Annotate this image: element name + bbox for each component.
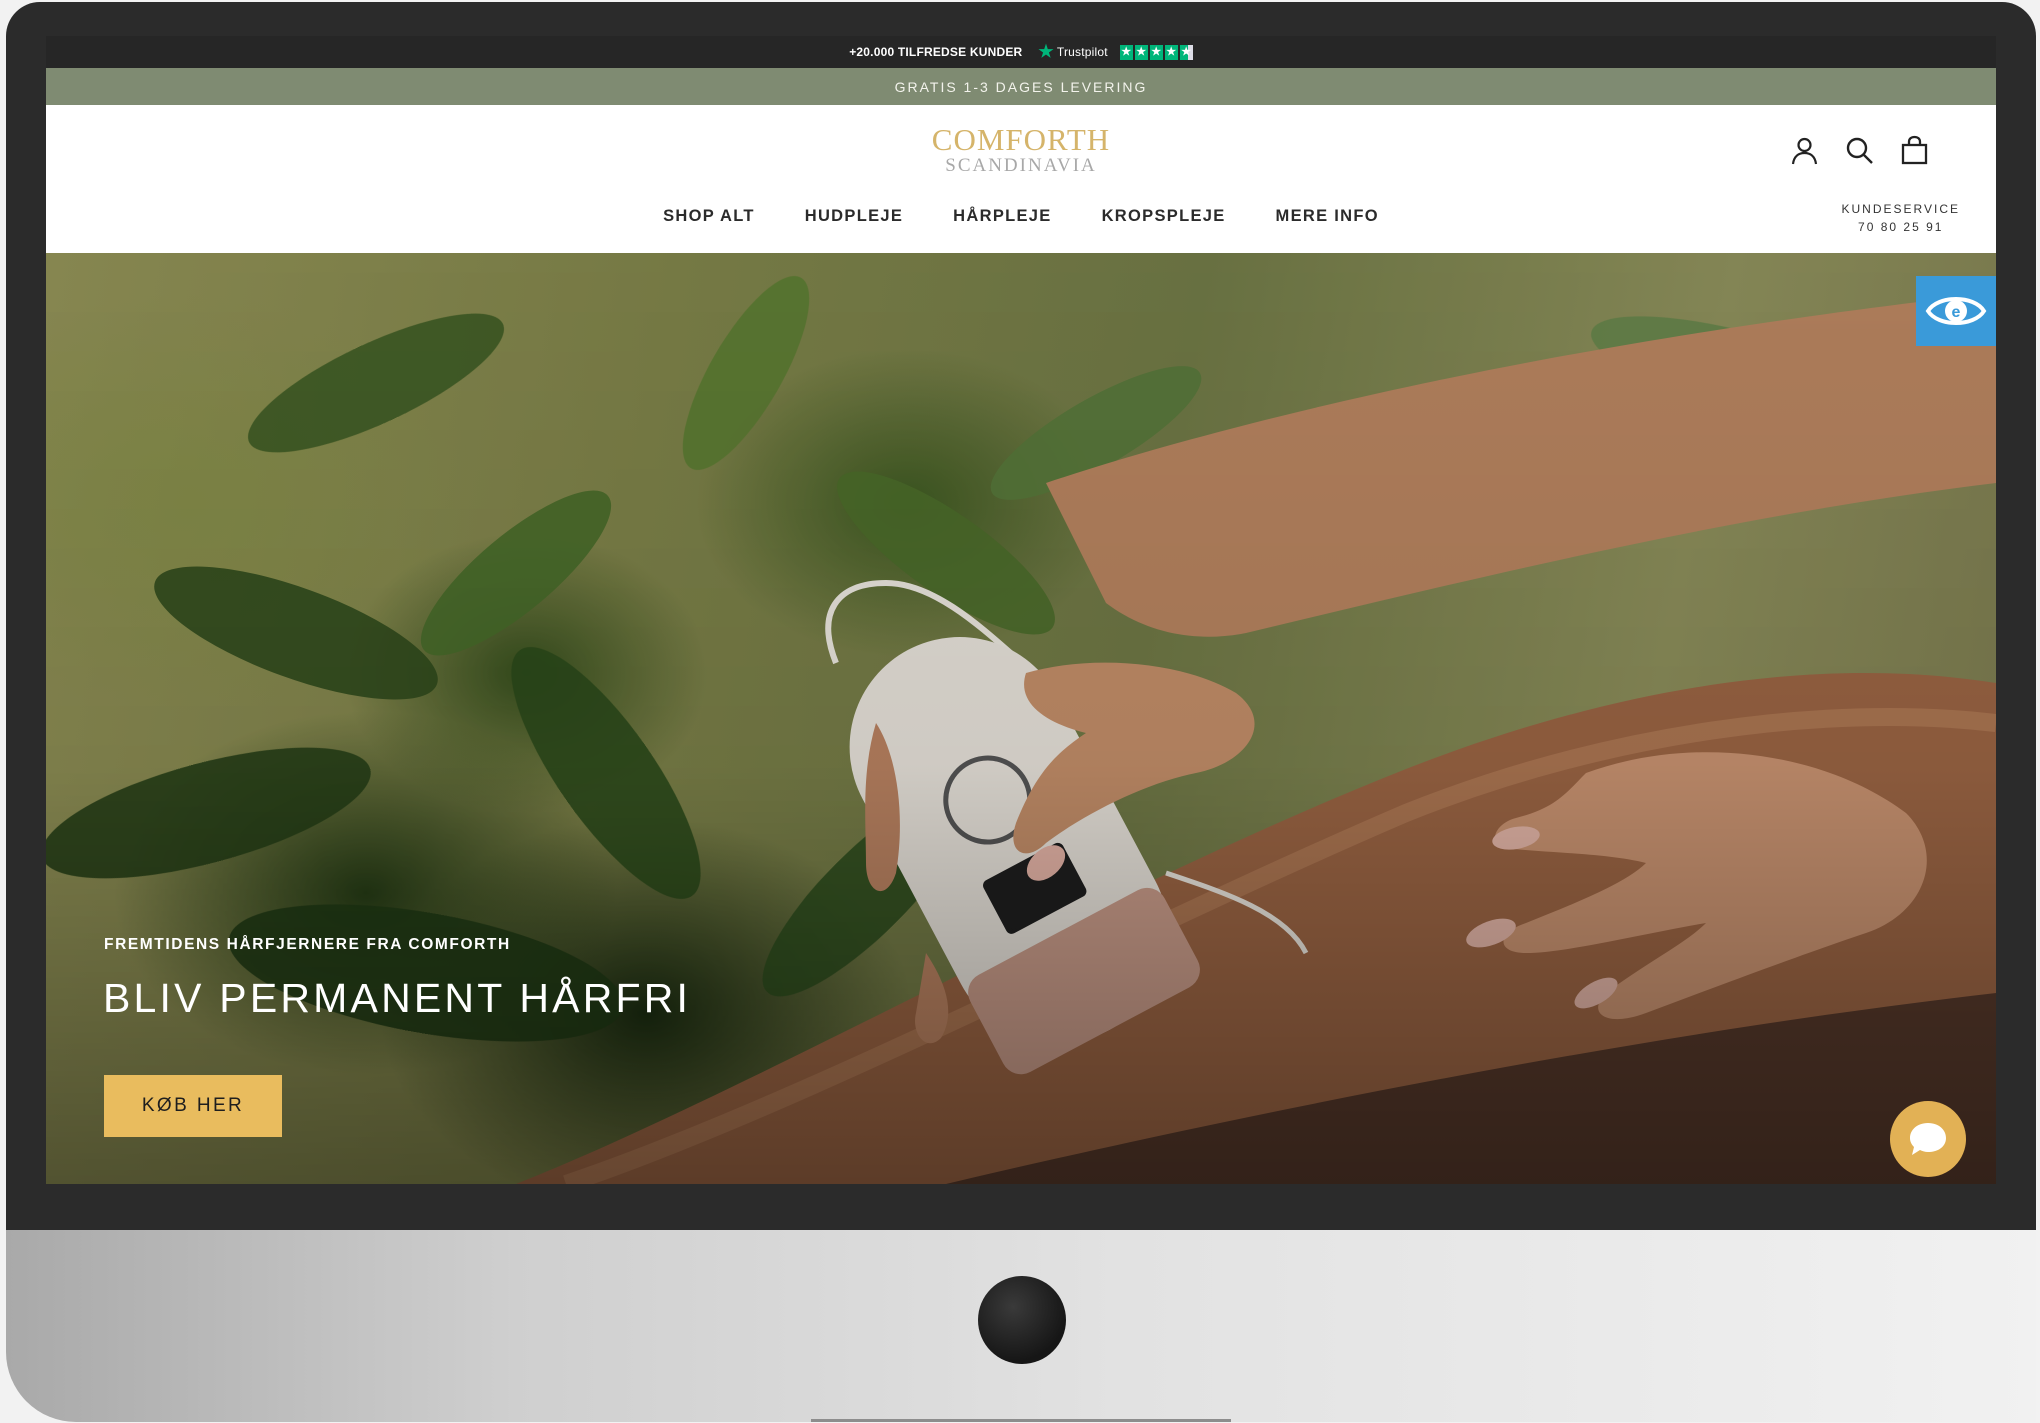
trustpilot-star-icon: ★ (1038, 42, 1054, 61)
trustpilot-name[interactable]: Trustpilot (1057, 45, 1108, 59)
logo[interactable]: COMFORTH SCANDINAVIA (46, 122, 1996, 177)
nav-hair-care[interactable]: HÅRPLEJE (953, 207, 1051, 226)
customer-service-label: KUNDESERVICE (1841, 202, 1960, 216)
rating-star-icon: ★ (1149, 44, 1163, 60)
account-icon[interactable] (1789, 135, 1820, 166)
trust-bar: +20.000 TILFREDSE KUNDER ★ Trustpilot ★ … (46, 36, 1996, 68)
hero-overlay (46, 253, 1996, 1184)
nav-shop-all[interactable]: SHOP ALT (663, 207, 755, 226)
hero-title: BLIV PERMANENT HÅRFRI (103, 975, 692, 1021)
hero-banner[interactable]: FREMTIDENS HÅRFJERNERE FRA COMFORTH BLIV… (46, 253, 1996, 1184)
monitor-stand-edge (811, 1419, 1231, 1422)
logo-sub-text: SCANDINAVIA (945, 155, 1097, 176)
svg-text:e: e (1952, 304, 1961, 321)
bag-icon[interactable] (1899, 135, 1930, 166)
customer-service-phone: 70 80 25 91 (1858, 220, 1944, 234)
nav-skin-care[interactable]: HUDPLEJE (805, 207, 903, 226)
customers-text: +20.000 TILFREDSE KUNDER (849, 45, 1023, 59)
rating-half-star-icon: ★ (1179, 44, 1193, 60)
rating-star-icon: ★ (1164, 44, 1178, 60)
header-icons (1789, 135, 1930, 166)
chat-button[interactable] (1890, 1101, 1966, 1177)
shipping-text: GRATIS 1-3 DAGES LEVERING (894, 78, 1148, 95)
nav-more-info[interactable]: MERE INFO (1276, 207, 1379, 226)
monitor-chin (6, 1230, 2036, 1422)
buy-button[interactable]: KØB HER (104, 1075, 282, 1137)
nav-body-care[interactable]: KROPSPLEJE (1102, 207, 1226, 226)
hero-subtitle: FREMTIDENS HÅRFJERNERE FRA COMFORTH (104, 936, 511, 953)
rating-star-icon: ★ (1134, 44, 1148, 60)
shipping-bar: GRATIS 1-3 DAGES LEVERING (46, 68, 1996, 105)
monitor-logo-button (978, 1276, 1066, 1364)
main-nav: SHOP ALT HUDPLEJE HÅRPLEJE KROPSPLEJE ME… (46, 207, 1996, 226)
logo-main-text: COMFORTH (931, 122, 1111, 157)
customer-service[interactable]: KUNDESERVICE 70 80 25 91 (1842, 200, 1960, 236)
search-icon[interactable] (1844, 135, 1875, 166)
chat-bubble-icon (1910, 1123, 1946, 1155)
rating-star-icon: ★ (1119, 44, 1133, 60)
eye-icon: e (1925, 297, 1987, 325)
accessibility-button[interactable]: e (1916, 276, 1996, 346)
trustpilot-rating: ★ ★ ★ ★ ★ (1119, 44, 1193, 60)
monitor-frame: +20.000 TILFREDSE KUNDER ★ Trustpilot ★ … (6, 2, 2036, 1422)
site-header: COMFORTH SCANDINAVIA SHOP ALT HUDPLEJE H… (46, 105, 1996, 253)
browser-screen: +20.000 TILFREDSE KUNDER ★ Trustpilot ★ … (46, 36, 1996, 1184)
